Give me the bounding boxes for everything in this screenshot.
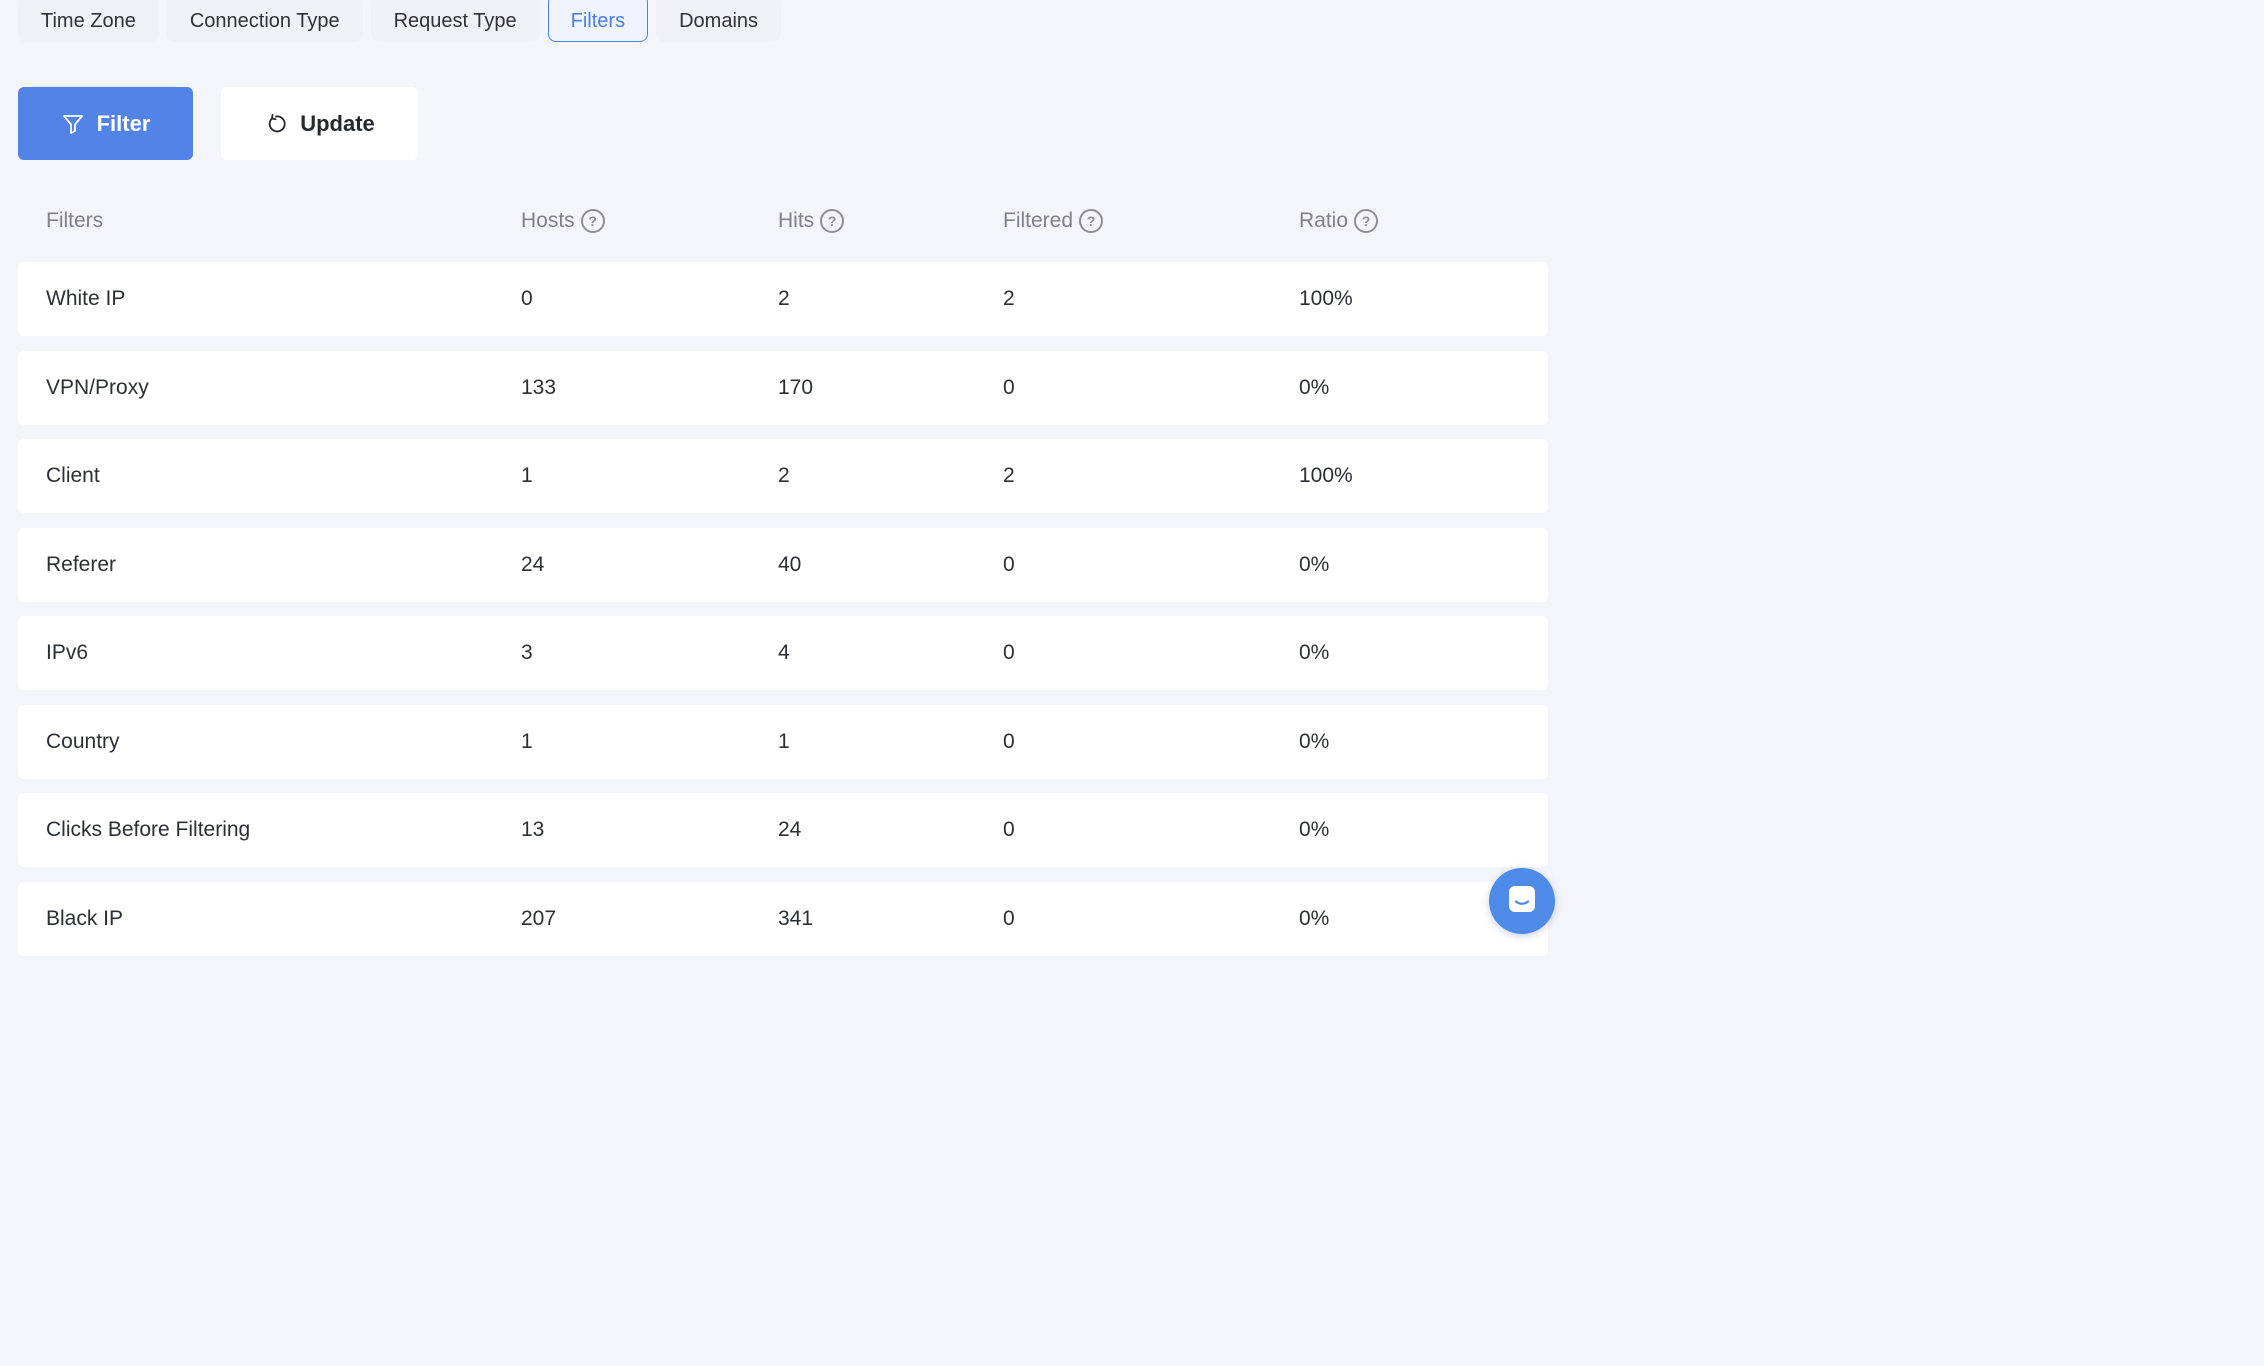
chat-launcher-button[interactable] [1489,868,1555,934]
column-header-label: Filters [46,209,104,232]
cell-filtered: 0 [1003,729,1015,753]
cell-hosts: 133 [521,375,557,399]
column-header-label: Filtered [1003,209,1074,232]
cell-filtered: 0 [1003,552,1015,576]
table-row: Client 1 2 2 100% [18,439,1548,513]
cell-hits: 4 [778,641,790,664]
cell-ratio: 0% [1299,375,1330,399]
cell-hits: 24 [778,818,802,841]
column-header-ratio: Ratio ? [1299,209,1548,233]
tab-time-zone[interactable]: Time Zone [18,0,159,42]
cell-filter-name: Country [46,729,120,753]
cell-hosts: 0 [521,287,533,310]
cell-ratio: 0% [1299,552,1330,576]
cell-hosts: 3 [521,641,533,664]
tab-filters[interactable]: Filters [547,0,649,42]
tab-domains[interactable]: Domains [656,0,782,42]
cell-hits: 1 [778,729,790,753]
table-row: Referer 24 40 0 0% [18,527,1548,602]
cell-hosts: 1 [521,464,533,487]
cell-hosts: 1 [521,729,533,753]
table-row: Black IP 207 341 0 0% [18,881,1548,956]
cell-hosts: 13 [521,818,545,841]
cell-ratio: 100% [1299,464,1353,487]
cell-filter-name: Referer [46,552,117,576]
cell-hosts: 24 [521,552,545,576]
question-circle-icon[interactable]: ? [1354,209,1379,233]
column-header-label: Hits [778,209,815,232]
cell-filter-name: IPv6 [46,641,89,664]
update-button-label: Update [300,110,375,136]
question-circle-icon[interactable]: ? [1079,209,1104,233]
action-bar: Filter Update [18,87,418,160]
cell-ratio: 0% [1299,729,1330,753]
table-header: Filters Hosts ? Hits ? Filtered ? Ratio … [18,180,1548,262]
cell-ratio: 0% [1299,641,1330,664]
column-header-label: Hosts [521,209,575,232]
table-row: Clicks Before Filtering 13 24 0 0% [18,793,1548,867]
cell-hits: 2 [778,287,790,310]
cell-filter-name: White IP [46,287,126,310]
refresh-icon [264,112,288,136]
cell-filter-name: Clicks Before Filtering [46,818,251,841]
cell-ratio: 0% [1299,818,1330,841]
cell-hits: 40 [778,552,802,576]
tab-connection-type[interactable]: Connection Type [166,0,363,42]
filter-button-label: Filter [96,110,151,136]
table-row: White IP 0 2 2 100% [18,262,1548,336]
tab-bar: Time Zone Connection Type Request Type F… [18,0,782,44]
cell-filter-name: Client [46,464,100,487]
funnel-icon [61,112,85,136]
column-header-filtered: Filtered ? [1003,209,1299,233]
cell-hits: 341 [778,906,814,930]
column-header-hosts: Hosts ? [521,209,778,233]
column-header-hits: Hits ? [778,209,1003,233]
table-row: VPN/Proxy 133 170 0 0% [18,350,1548,425]
filters-table: Filters Hosts ? Hits ? Filtered ? Ratio … [18,180,1548,970]
tab-request-type[interactable]: Request Type [370,0,540,42]
chat-bubble-icon [1506,883,1538,920]
cell-filtered: 0 [1003,375,1015,399]
cell-hits: 2 [778,464,790,487]
table-row: IPv6 3 4 0 0% [18,616,1548,690]
table-row: Country 1 1 0 0% [18,704,1548,779]
cell-filtered: 2 [1003,287,1015,310]
cell-filtered: 0 [1003,641,1015,664]
cell-filter-name: Black IP [46,906,124,930]
question-circle-icon[interactable]: ? [580,209,605,233]
cell-filtered: 0 [1003,906,1015,930]
cell-ratio: 100% [1299,287,1353,310]
column-header-filters: Filters [18,209,521,233]
cell-filtered: 2 [1003,464,1015,487]
filter-button[interactable]: Filter [18,87,193,160]
cell-filtered: 0 [1003,818,1015,841]
question-circle-icon[interactable]: ? [820,209,845,233]
update-button[interactable]: Update [221,87,418,160]
cell-hosts: 207 [521,906,557,930]
column-header-label: Ratio [1299,209,1349,232]
cell-hits: 170 [778,375,814,399]
cell-filter-name: VPN/Proxy [46,375,149,399]
